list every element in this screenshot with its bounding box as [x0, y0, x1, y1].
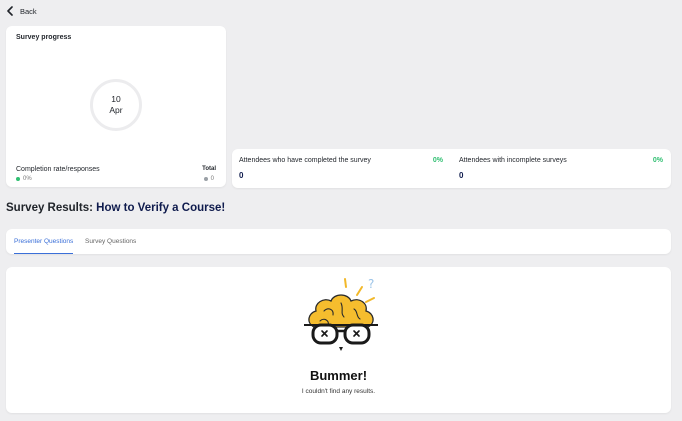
date-day: 10: [111, 94, 121, 105]
survey-progress-title: Survey progress: [16, 34, 72, 41]
rate-value-text: 0%: [23, 176, 32, 182]
attendee-stats-card: Attendees who have completed the survey …: [232, 149, 671, 188]
stat-completed-percent: 0%: [432, 157, 443, 164]
stat-completed-count: 0: [239, 171, 244, 180]
tab-survey-label: Survey Questions: [85, 238, 137, 245]
empty-state-card: ? Bummer! I couldn't find any results.: [6, 267, 671, 413]
back-button[interactable]: Back: [6, 6, 37, 16]
tab-survey-questions[interactable]: Survey Questions: [85, 229, 136, 254]
stat-incomplete-percent: 0%: [652, 157, 663, 164]
completion-rate-value: 0%: [16, 176, 32, 182]
tab-presenter-label: Presenter Questions: [14, 237, 74, 245]
stat-incomplete-count: 0: [459, 171, 464, 180]
stat-completed: Attendees who have completed the survey …: [232, 149, 451, 188]
total-label: Total: [202, 166, 216, 172]
empty-state-title: Bummer!: [309, 368, 368, 383]
back-label: Back: [20, 6, 37, 16]
results-course-name: How to Verify a Course!: [96, 202, 226, 214]
survey-progress-card: Survey progress 10 Apr Completion rate/r…: [6, 26, 226, 187]
stat-incomplete-label: Attendees with incomplete surveys: [459, 157, 567, 164]
question-mark-glyph: ?: [368, 277, 374, 291]
rate-dot-icon: [16, 177, 20, 181]
stat-completed-label: Attendees who have completed the survey: [239, 157, 371, 164]
results-prefix: Survey Results:: [6, 202, 93, 214]
tab-presenter-questions[interactable]: Presenter Questions: [14, 229, 74, 254]
completion-rate-label: Completion rate/responses: [16, 166, 100, 173]
date-ring: 10 Apr: [90, 79, 142, 131]
total-value-text: 0: [210, 176, 214, 182]
date-month: Apr: [109, 104, 123, 115]
chevron-left-icon: [7, 6, 13, 16]
question-tabs: Presenter Questions Survey Questions: [6, 229, 671, 254]
stat-incomplete: Attendees with incomplete surveys 0% 0: [452, 149, 671, 188]
confused-brain-icon: ?: [304, 277, 378, 351]
survey-results-title: Survey Results: How to Verify a Course!: [6, 202, 225, 214]
total-value: 0: [203, 176, 214, 182]
total-dot-icon: [203, 177, 208, 181]
empty-state-message: I couldn't find any results.: [301, 388, 376, 395]
